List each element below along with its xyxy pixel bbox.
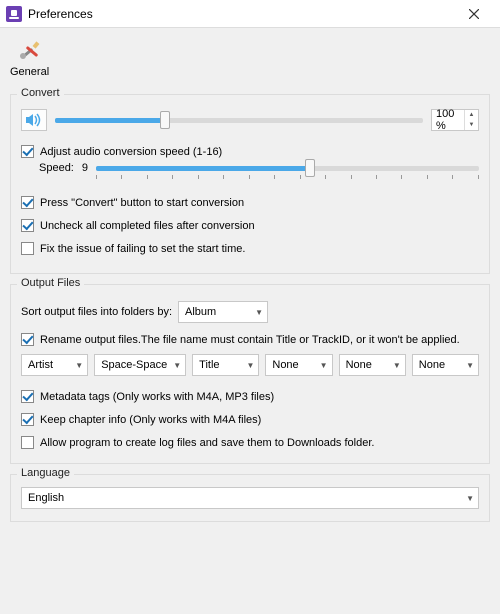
category-label: General <box>10 66 49 78</box>
chevron-down-icon: ▼ <box>173 361 181 370</box>
chevron-down-icon: ▼ <box>320 361 328 370</box>
volume-spinbox[interactable]: 100 % ▲ ▼ <box>431 109 479 131</box>
press-convert-checkbox[interactable] <box>21 196 34 209</box>
fix-issue-label: Fix the issue of failing to set the star… <box>40 243 245 255</box>
language-value: English <box>28 492 460 504</box>
press-convert-label: Press "Convert" button to start conversi… <box>40 197 244 209</box>
volume-value: 100 % <box>432 108 464 132</box>
filename-col-value: None <box>419 359 460 371</box>
close-button[interactable] <box>454 2 494 26</box>
sort-label: Sort output files into folders by: <box>21 306 172 318</box>
speed-label: Speed: <box>39 162 74 174</box>
chapter-label: Keep chapter info (Only works with M4A f… <box>40 414 261 426</box>
filename-col-value: Title <box>199 359 240 371</box>
chevron-down-icon: ▼ <box>466 494 474 503</box>
speed-value: 9 <box>82 162 88 174</box>
chapter-checkbox[interactable] <box>21 413 34 426</box>
app-icon <box>6 6 22 22</box>
category-general[interactable]: General <box>10 36 49 78</box>
chevron-down-icon: ▼ <box>255 308 263 317</box>
speed-slider[interactable] <box>96 166 479 171</box>
adjust-speed-label: Adjust audio conversion speed (1-16) <box>40 146 222 158</box>
filename-col-value: Artist <box>28 359 69 371</box>
language-legend: Language <box>17 467 74 479</box>
rename-label: Rename output files.The file name must c… <box>40 334 460 346</box>
filename-col-value: None <box>272 359 313 371</box>
filename-col-value: Space-Space <box>101 359 167 371</box>
uncheck-completed-label: Uncheck all completed files after conver… <box>40 220 255 232</box>
uncheck-completed-checkbox[interactable] <box>21 219 34 232</box>
sort-combo[interactable]: Album ▼ <box>178 301 268 323</box>
spin-up-icon[interactable]: ▲ <box>465 110 478 120</box>
volume-button[interactable] <box>21 109 47 131</box>
metadata-checkbox[interactable] <box>21 390 34 403</box>
language-group: Language English ▼ <box>10 474 490 522</box>
filename-col-4[interactable]: None ▼ <box>339 354 406 376</box>
window-title: Preferences <box>28 7 454 21</box>
titlebar: Preferences <box>0 0 500 28</box>
sort-value: Album <box>185 306 249 318</box>
output-files-group: Output Files Sort output files into fold… <box>10 284 490 464</box>
adjust-speed-checkbox[interactable] <box>21 145 34 158</box>
filename-col-5[interactable]: None ▼ <box>412 354 479 376</box>
volume-slider[interactable] <box>55 118 423 123</box>
filename-col-1[interactable]: Space-Space ▼ <box>94 354 186 376</box>
metadata-label: Metadata tags (Only works with M4A, MP3 … <box>40 391 274 403</box>
spin-down-icon[interactable]: ▼ <box>465 120 478 130</box>
language-combo[interactable]: English ▼ <box>21 487 479 509</box>
chevron-down-icon: ▼ <box>246 361 254 370</box>
close-icon <box>469 9 479 19</box>
speaker-icon <box>26 113 42 127</box>
fix-issue-checkbox[interactable] <box>21 242 34 255</box>
tools-icon <box>16 36 44 64</box>
rename-checkbox[interactable] <box>21 333 34 346</box>
filename-col-value: None <box>346 359 387 371</box>
output-legend: Output Files <box>17 277 84 289</box>
filename-col-0[interactable]: Artist ▼ <box>21 354 88 376</box>
convert-group: Convert 100 % ▲ ▼ <box>10 94 490 274</box>
filename-col-3[interactable]: None ▼ <box>265 354 332 376</box>
logs-checkbox[interactable] <box>21 436 34 449</box>
logs-label: Allow program to create log files and sa… <box>40 437 374 449</box>
chevron-down-icon: ▼ <box>75 361 83 370</box>
chevron-down-icon: ▼ <box>393 361 401 370</box>
convert-legend: Convert <box>17 87 64 99</box>
chevron-down-icon: ▼ <box>466 361 474 370</box>
filename-col-2[interactable]: Title ▼ <box>192 354 259 376</box>
